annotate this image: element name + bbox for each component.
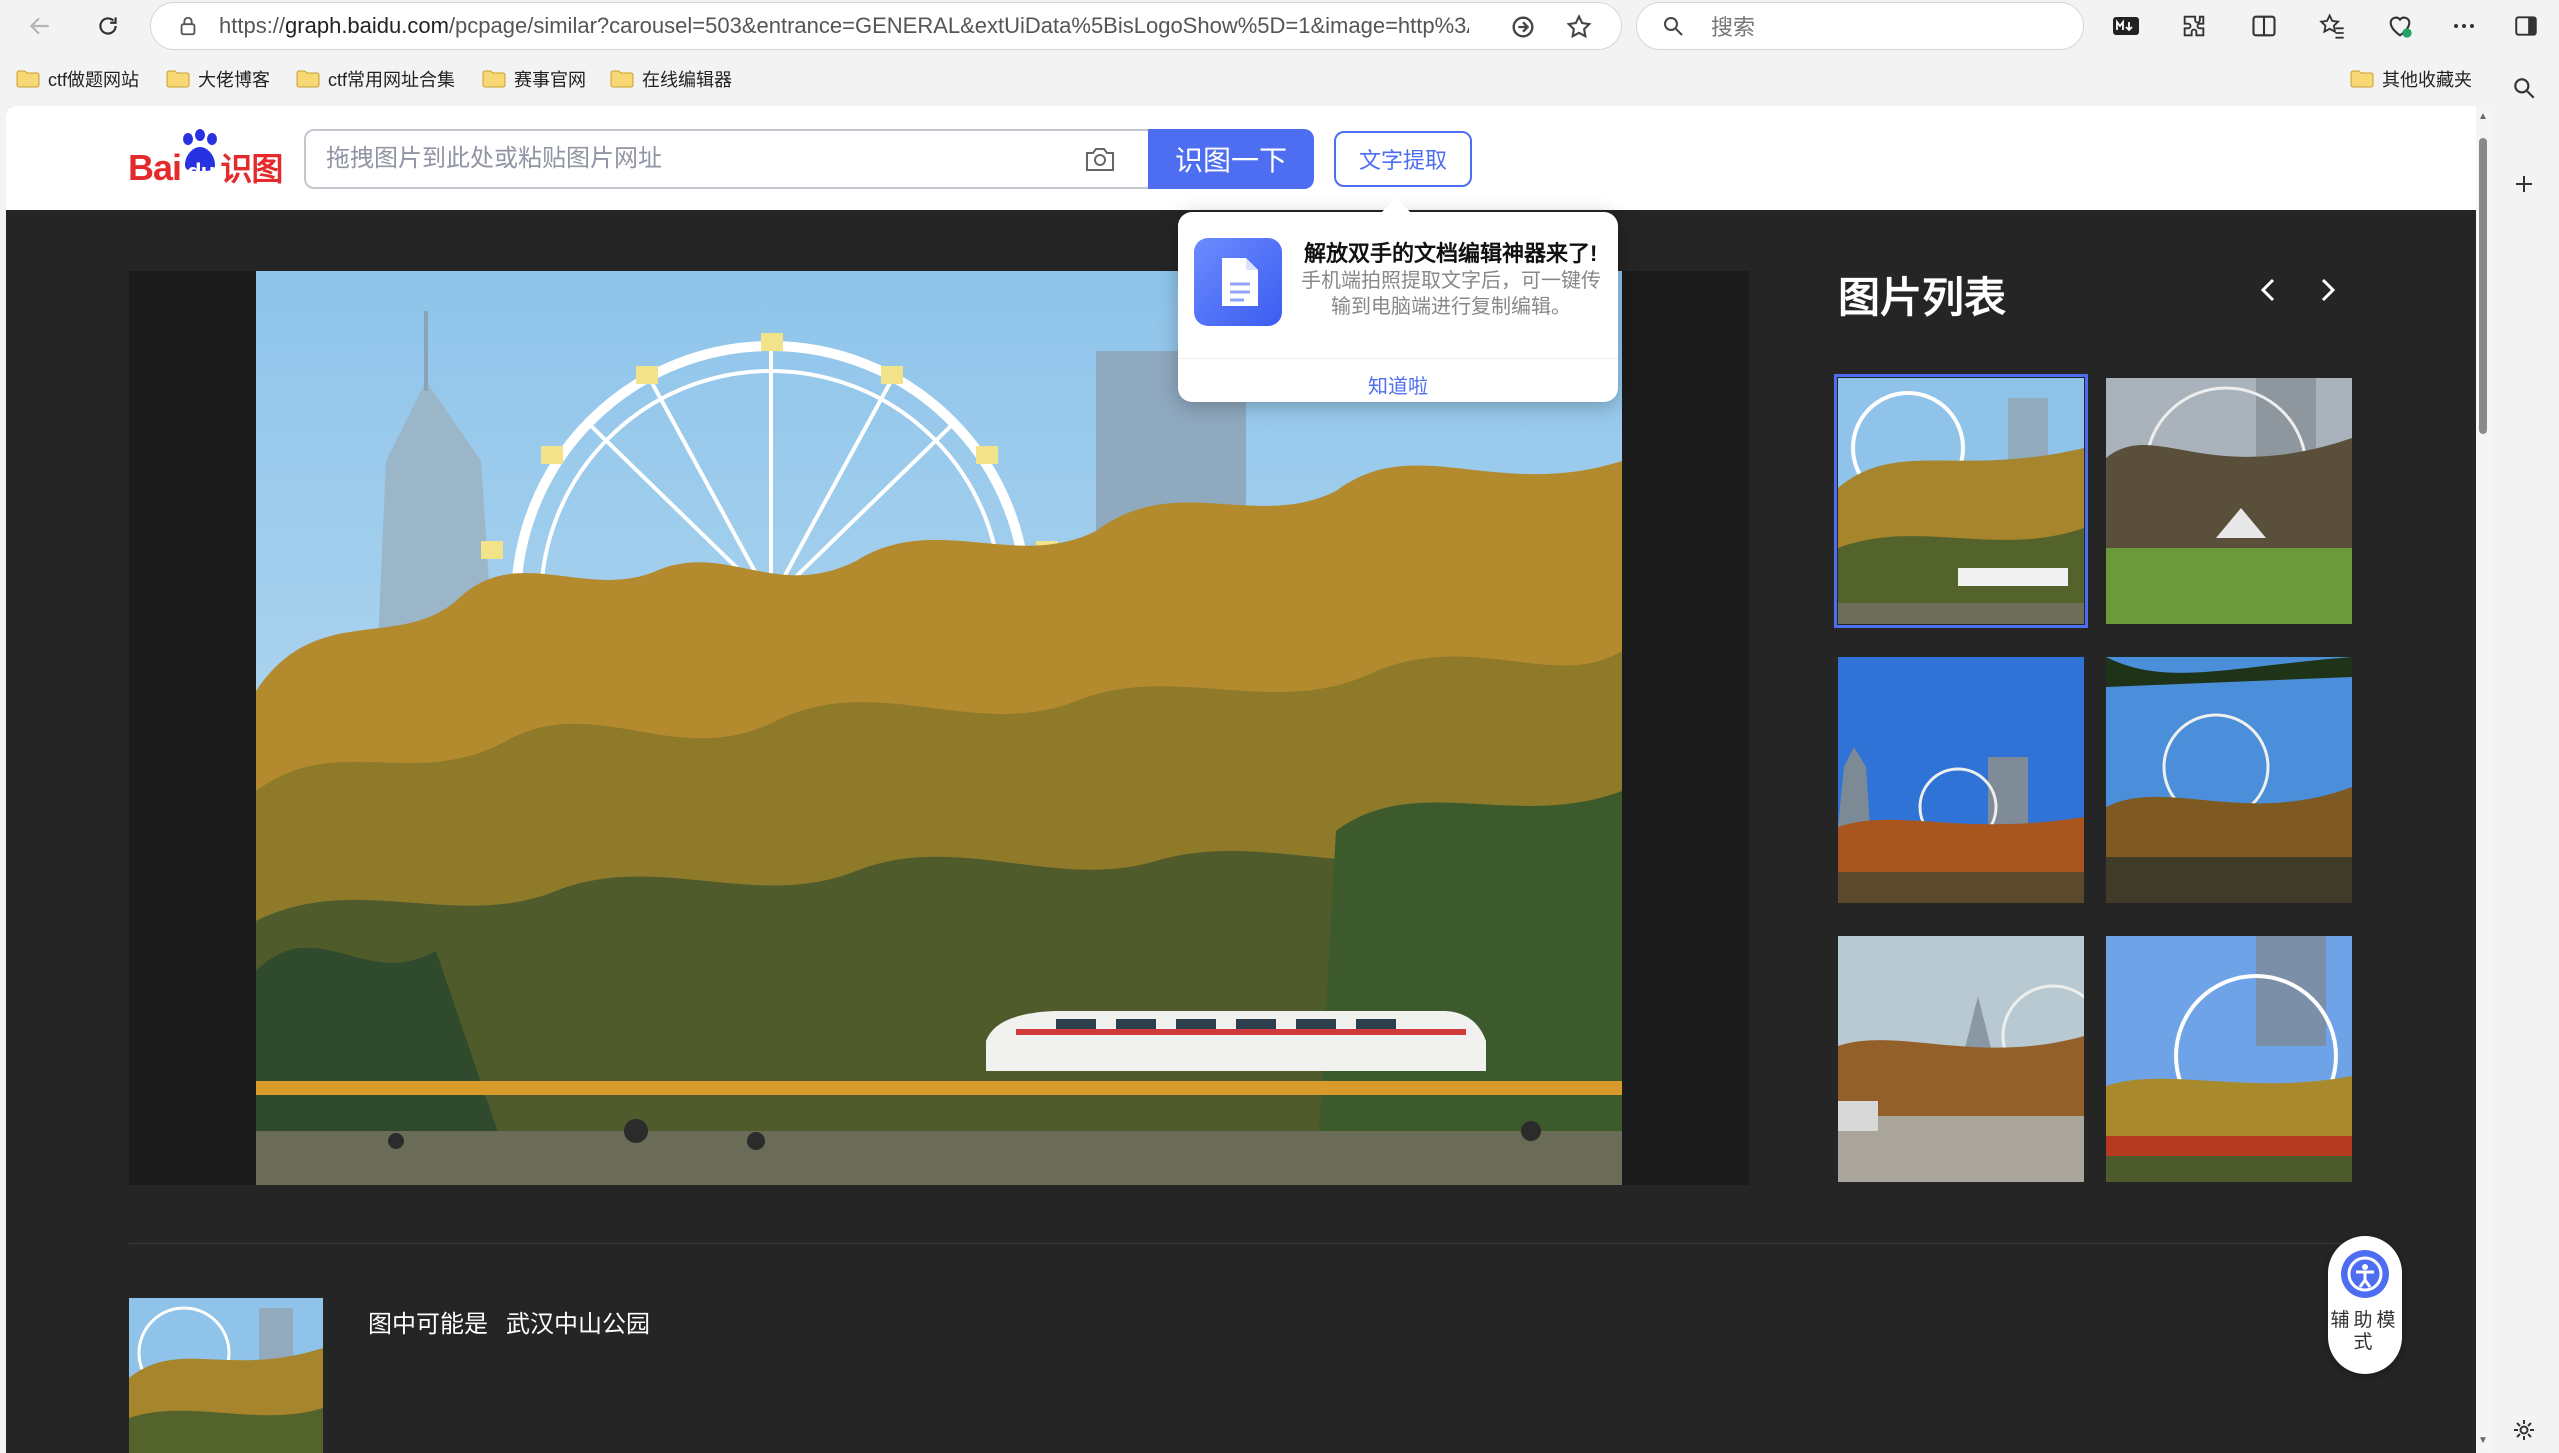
sidebar-toggle-icon[interactable]	[2510, 10, 2542, 42]
folder-icon	[610, 70, 634, 88]
thumbnail-1[interactable]	[1834, 374, 2088, 628]
baidu-header: Bai du 识图 识图一下 文字提取	[6, 106, 2476, 210]
scrollbar-thumb[interactable]	[2479, 138, 2487, 434]
folder-icon	[166, 70, 190, 88]
url-path: /pcpage/similar?carousel=503&entrance=GE…	[448, 13, 1469, 38]
thumbnail-4[interactable]	[2106, 657, 2352, 903]
scroll-up-icon[interactable]: ▲	[2478, 112, 2488, 122]
other-bookmarks-label: 其他收藏夹	[2382, 70, 2472, 90]
popover-ok-button[interactable]: 知道啦	[1178, 370, 1618, 399]
camera-icon[interactable]	[1084, 145, 1116, 173]
page-scrollbar[interactable]: ▲ ▼	[2476, 106, 2490, 1453]
popover-divider	[1178, 358, 1618, 359]
thumbnail-2[interactable]	[2106, 378, 2352, 624]
back-button[interactable]	[20, 6, 60, 46]
accessibility-icon	[2341, 1250, 2389, 1298]
bookmark-folder[interactable]: ctf做题网站	[16, 66, 139, 92]
bookmark-label: 在线编辑器	[642, 70, 732, 90]
bookmark-folder[interactable]: 在线编辑器	[610, 66, 732, 92]
popover-description: 手机端拍照提取文字后，可一键传输到电脑端进行复制编辑。	[1301, 270, 1601, 318]
lock-icon	[180, 16, 196, 36]
bookmark-folder[interactable]: 大佬博客	[166, 66, 270, 92]
document-icon	[1194, 238, 1282, 326]
bookmark-label: 大佬博客	[198, 70, 270, 90]
sidebar-add-icon[interactable]	[2506, 166, 2542, 202]
chevron-left-icon	[2260, 278, 2275, 302]
bookmarks-bar: ctf做题网站 大佬博客 ctf常用网址合集 赛事官网 在线编辑器 其他收藏夹	[0, 56, 2520, 100]
reading-view-icon[interactable]	[1509, 13, 1537, 41]
url-host: graph.baidu.com	[285, 13, 449, 38]
health-icon[interactable]	[2384, 10, 2416, 42]
image-list-title: 图片列表	[1838, 274, 2007, 321]
thumbnail-6[interactable]	[2106, 936, 2352, 1182]
result-place-link[interactable]: 武汉中山公园	[506, 1311, 650, 1338]
baidu-shitu-logo[interactable]: Bai du 识图	[128, 129, 283, 190]
section-divider	[129, 1243, 2341, 1244]
result-thumbnail[interactable]	[129, 1298, 323, 1453]
markdown-extension-icon[interactable]	[2110, 10, 2142, 42]
browser-search-placeholder: 搜索	[1711, 15, 1756, 40]
address-bar[interactable]: https://graph.baidu.com/pcpage/similar?c…	[150, 2, 1622, 50]
bookmark-label: ctf常用网址合集	[328, 70, 456, 90]
browser-toolbar: https://graph.baidu.com/pcpage/similar?c…	[0, 0, 2559, 52]
search-icon	[1664, 17, 1683, 36]
assist-mode-button[interactable]: 辅助模式	[2328, 1236, 2402, 1374]
image-url-input-wrapper	[304, 129, 1148, 189]
url-prefix: https://	[219, 13, 286, 38]
edge-sidebar	[2490, 52, 2559, 1453]
page-viewport: Bai du 识图 识图一下 文字提取	[6, 106, 2476, 1453]
text-extract-popover: 解放双手的文档编辑神器来了! 手机端拍照提取文字后，可一键传输到电脑端进行复制编…	[1178, 197, 1618, 402]
favorite-star-icon[interactable]	[1565, 13, 1593, 41]
folder-icon	[16, 70, 40, 88]
list-next-button[interactable]	[2308, 270, 2348, 310]
result-prefix: 图中可能是	[368, 1311, 488, 1338]
bookmark-folder[interactable]: ctf常用网址合集	[296, 66, 455, 92]
bookmark-folder[interactable]: 赛事官网	[482, 66, 586, 92]
thumbnail-5[interactable]	[1838, 936, 2084, 1182]
url-text[interactable]: https://graph.baidu.com/pcpage/similar?c…	[219, 13, 1469, 39]
list-prev-button[interactable]	[2248, 270, 2288, 310]
assist-mode-label: 辅助模式	[2330, 1310, 2400, 1353]
favorites-icon[interactable]	[2316, 10, 2348, 42]
query-image	[256, 271, 1622, 1185]
sidebar-search-icon[interactable]	[2506, 70, 2542, 106]
text-extract-button[interactable]: 文字提取	[1334, 131, 1472, 187]
folder-icon	[2350, 70, 2374, 88]
other-bookmarks-folder[interactable]: 其他收藏夹	[2350, 66, 2472, 92]
reload-button[interactable]	[88, 6, 128, 46]
folder-icon	[296, 70, 320, 88]
more-menu-icon[interactable]	[2448, 10, 2480, 42]
main-image-stage	[129, 271, 1749, 1185]
browser-search-box[interactable]: 搜索	[1636, 2, 2084, 50]
split-screen-icon[interactable]	[2248, 10, 2280, 42]
popover-title: 解放双手的文档编辑神器来了!	[1304, 241, 1598, 266]
reload-icon	[99, 17, 117, 35]
image-url-input[interactable]	[326, 131, 1026, 187]
bookmark-label: ctf做题网站	[48, 70, 140, 90]
arrow-left-icon	[29, 17, 49, 35]
scroll-down-icon[interactable]: ▼	[2478, 1436, 2488, 1446]
extensions-icon[interactable]	[2178, 10, 2210, 42]
result-label: 图中可能是 武汉中山公园	[368, 1304, 668, 1339]
thumbnail-3[interactable]	[1838, 657, 2084, 903]
folder-icon	[482, 70, 506, 88]
sidebar-settings-icon[interactable]	[2506, 1412, 2542, 1448]
chevron-right-icon	[2321, 278, 2336, 302]
image-search-button[interactable]: 识图一下	[1148, 129, 1314, 189]
bookmark-label: 赛事官网	[514, 70, 586, 90]
